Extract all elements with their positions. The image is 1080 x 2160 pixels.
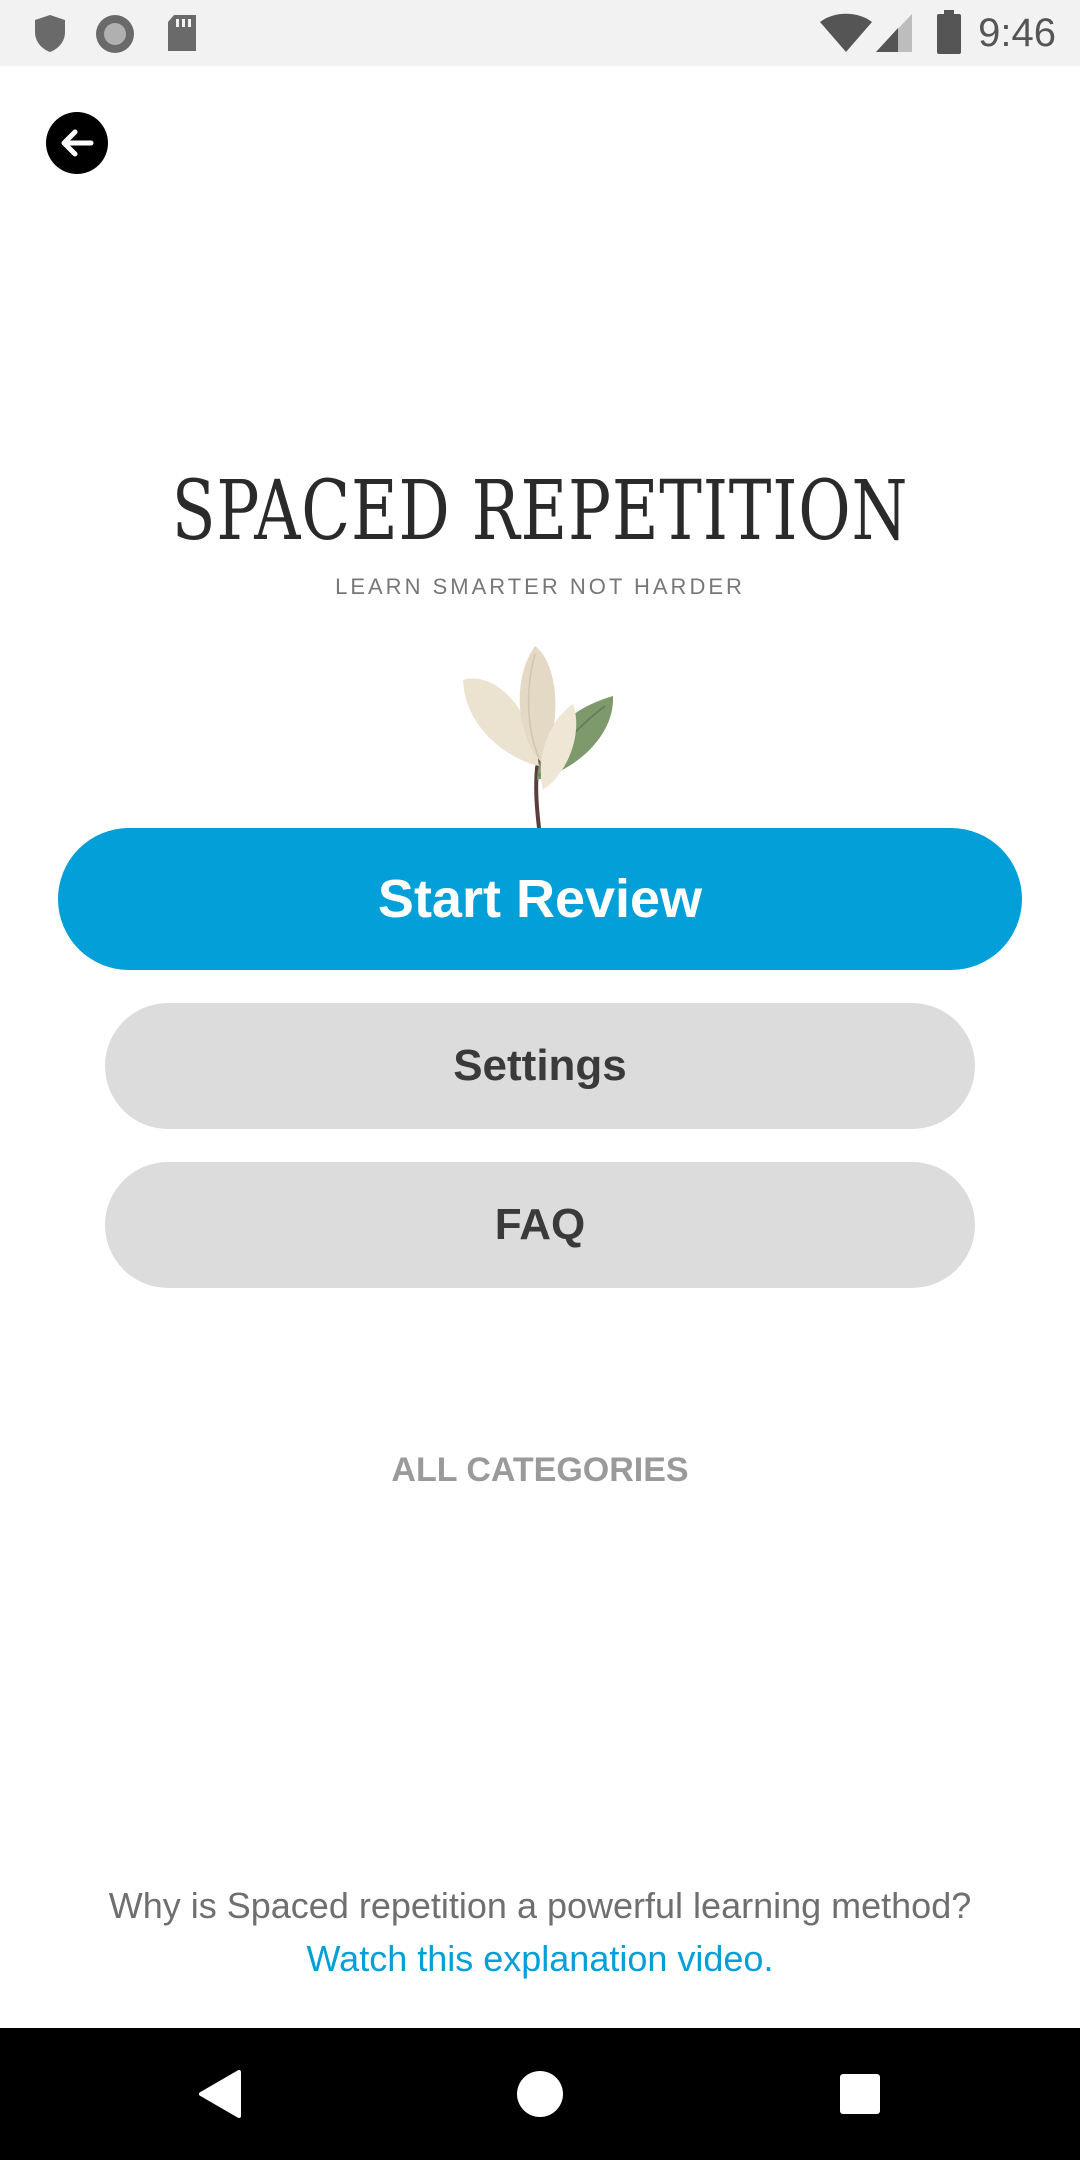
- circle-record-icon: [94, 13, 136, 60]
- all-categories-link[interactable]: ALL CATEGORIES: [0, 1445, 1080, 1495]
- status-bar: 9:46: [0, 0, 1080, 66]
- footer-question: Why is Spaced repetition a powerful lear…: [108, 1885, 972, 1926]
- plant-illustration: [455, 640, 625, 830]
- square-recents-icon: [836, 2070, 884, 2118]
- nav-recents-button[interactable]: [830, 2064, 890, 2124]
- shield-icon: [32, 13, 68, 58]
- app-logo-title: SPACED REPETITION: [171, 464, 909, 559]
- cell-signal-icon: [874, 12, 914, 59]
- explanation-video-link[interactable]: Watch this explanation video.: [0, 1933, 1080, 1985]
- status-time: 9:46: [978, 11, 1056, 55]
- sd-card-icon: [164, 13, 200, 58]
- faq-button[interactable]: FAQ: [105, 1162, 975, 1288]
- system-nav-bar: [0, 2028, 1080, 2160]
- circle-home-icon: [514, 2068, 566, 2120]
- nav-home-button[interactable]: [510, 2064, 570, 2124]
- back-button[interactable]: [46, 112, 108, 174]
- app-logo-subtitle: LEARN SMARTER NOT HARDER: [335, 574, 745, 599]
- triangle-back-icon: [195, 2068, 245, 2120]
- nav-back-button[interactable]: [190, 2064, 250, 2124]
- settings-label: Settings: [453, 1041, 627, 1090]
- settings-button[interactable]: Settings: [105, 1003, 975, 1129]
- app-screen: 9:46 SPACED REPETITION LEARN SMARTER NOT…: [0, 0, 1080, 2160]
- wifi-icon: [818, 12, 874, 59]
- start-review-label: Start Review: [377, 869, 703, 929]
- arrow-left-icon: [57, 123, 97, 163]
- battery-icon: [936, 10, 962, 59]
- faq-label: FAQ: [494, 1200, 586, 1249]
- start-review-button[interactable]: Start Review: [58, 828, 1022, 970]
